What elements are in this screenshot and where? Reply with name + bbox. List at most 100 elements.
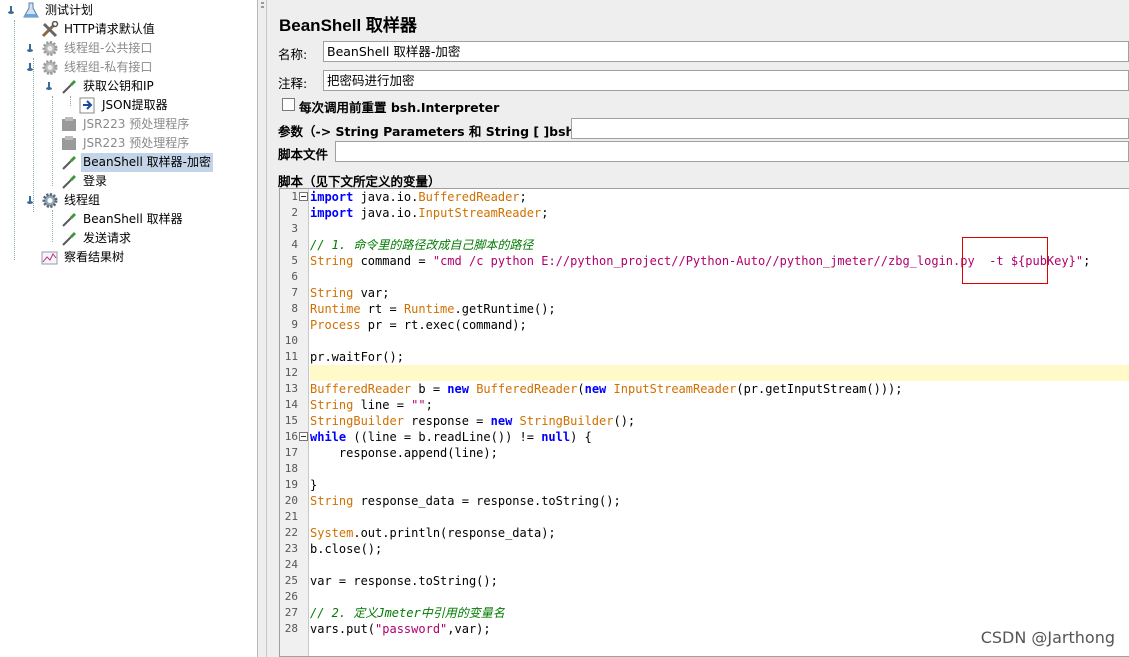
chart-icon [41, 249, 59, 266]
expand-handle-icon[interactable] [26, 44, 34, 52]
line-number: 19 [284, 478, 298, 491]
code-token: String [310, 286, 354, 300]
tree-item-jsr223-preprocessor-2[interactable]: JSR223 预处理程序 [60, 134, 191, 153]
tree-item-beanshell-encrypt[interactable]: BeanShell 取样器-加密 [60, 153, 213, 172]
code-line[interactable]: import java.io.BufferedReader; [310, 189, 1129, 205]
code-token: "password" [375, 622, 448, 636]
tree-item-login[interactable]: 登录 [60, 172, 109, 191]
line-number: 23 [284, 542, 298, 555]
code-line[interactable]: Process pr = rt.exec(command); [310, 317, 1129, 333]
code-token: System [310, 526, 354, 540]
extractor-arrow-icon [79, 97, 97, 114]
code-line[interactable]: String response_data = response.toString… [310, 493, 1129, 509]
code-token: InputStreamReader [418, 206, 542, 220]
code-line[interactable]: Runtime rt = Runtime.getRuntime(); [310, 301, 1129, 317]
tree-item-http-defaults[interactable]: HTTP请求默认值 [41, 20, 157, 39]
code-line[interactable]: import java.io.InputStreamReader; [310, 205, 1129, 221]
code-line[interactable]: pr.waitFor(); [310, 349, 1129, 365]
code-token: StringBuilder [310, 414, 404, 428]
code-line[interactable] [310, 461, 1129, 477]
parameters-field[interactable] [571, 118, 1129, 139]
code-token: InputStreamReader [613, 382, 737, 396]
tree-item-beanshell-sampler[interactable]: BeanShell 取样器 [60, 210, 185, 229]
tree-item-send-request[interactable]: 发送请求 [60, 229, 133, 248]
tree-item-json-extractor[interactable]: JSON提取器 [79, 96, 170, 115]
code-line[interactable] [310, 365, 1129, 381]
tree-item-get-pubkey-ip[interactable]: 获取公钥和IP [60, 77, 156, 96]
tree-item-jsr223-preprocessor-1[interactable]: JSR223 预处理程序 [60, 115, 191, 134]
code-token: BufferedReader [418, 190, 520, 204]
code-token: new [447, 382, 469, 396]
code-token: // 1. 命令里的路径改成自己脚本的路径 [310, 238, 534, 252]
line-number: 10 [284, 334, 298, 347]
code-line[interactable]: String var; [310, 285, 1129, 301]
line-number: 1 [291, 190, 298, 203]
code-line[interactable] [310, 333, 1129, 349]
tree-item-thread-group[interactable]: 线程组 [41, 191, 102, 210]
fold-toggle-icon[interactable] [299, 432, 308, 441]
pipette-icon [60, 78, 78, 95]
code-line[interactable]: System.out.println(response_data); [310, 525, 1129, 541]
beanshell-sampler-panel: BeanShell 取样器 名称: BeanShell 取样器-加密 注释: 把… [268, 0, 1129, 657]
code-token: Runtime [310, 302, 361, 316]
code-line[interactable]: response.append(line); [310, 445, 1129, 461]
code-line[interactable]: b.close(); [310, 541, 1129, 557]
code-token: command = [353, 254, 433, 268]
expand-handle-icon[interactable] [26, 63, 34, 71]
code-line[interactable]: StringBuilder response = new StringBuild… [310, 413, 1129, 429]
name-field[interactable]: BeanShell 取样器-加密 [323, 41, 1129, 62]
gear-icon [41, 40, 59, 57]
tree-item-thread-group-private[interactable]: 线程组-私有接口 [41, 58, 154, 77]
config-tools-icon [41, 20, 59, 38]
line-number: 24 [284, 558, 298, 571]
code-line[interactable]: // 2. 定义Jmeter中引用的变量名 [310, 605, 1129, 621]
name-label: 名称: [278, 47, 308, 62]
code-token: new [490, 414, 513, 428]
pipette-icon [60, 173, 78, 190]
tree-item-thread-group-public[interactable]: 线程组-公共接口 [41, 39, 154, 58]
code-token: import [310, 206, 354, 220]
code-token: response = [403, 414, 491, 428]
line-number: 6 [291, 270, 298, 283]
code-token: response.append(line); [310, 446, 498, 460]
code-token: (); [613, 414, 636, 428]
code-line[interactable] [310, 589, 1129, 605]
fold-toggle-icon[interactable] [299, 192, 308, 201]
line-number: 22 [284, 526, 298, 539]
reset-interpreter-checkbox[interactable] [282, 98, 295, 111]
script-file-field[interactable] [335, 141, 1129, 162]
code-line[interactable]: String line = ""; [310, 397, 1129, 413]
code-token: } [310, 478, 318, 492]
code-line[interactable] [310, 509, 1129, 525]
code-token: .getRuntime(); [454, 302, 556, 316]
test-plan-tree[interactable]: 测试计划 HTTP请求默认值 线程组-公共接口 线程组-私有接口 获取公钥和IP… [0, 0, 258, 657]
code-line[interactable]: while ((line = b.readLine()) != null) { [310, 429, 1129, 445]
code-token: null [541, 430, 571, 444]
tree-item-test-plan[interactable]: 测试计划 [22, 1, 95, 20]
expand-handle-icon[interactable] [7, 6, 15, 14]
line-number: 18 [284, 462, 298, 475]
line-number: 3 [291, 222, 298, 235]
comment-field[interactable]: 把密码进行加密 [323, 70, 1129, 91]
line-number: 13 [284, 382, 298, 395]
line-number: 2 [291, 206, 298, 219]
code-token: vars.put( [310, 622, 376, 636]
code-token: (pr.getInputStream())); [736, 382, 903, 396]
code-token: ((line = b.readLine()) != [346, 430, 542, 444]
script-editor[interactable]: 1 2 3 4 5 6 7 8 9 10 11 12 13 14 15 16 17 18 19 20 21 22 23 24 2… [279, 188, 1129, 657]
code-token: .out.println(response_data); [353, 526, 556, 540]
code-line[interactable] [310, 221, 1129, 237]
code-line[interactable]: } [310, 477, 1129, 493]
expand-handle-icon[interactable] [26, 196, 34, 204]
expand-handle-icon[interactable] [45, 82, 53, 90]
line-number: 25 [284, 574, 298, 587]
code-token: BufferedReader [476, 382, 578, 396]
code-line[interactable] [310, 557, 1129, 573]
tree-item-view-results-tree[interactable]: 察看结果树 [41, 248, 126, 267]
code-line[interactable]: BufferedReader b = new BufferedReader(ne… [310, 381, 1129, 397]
code-line[interactable]: var = response.toString(); [310, 573, 1129, 589]
code-token: import [310, 190, 354, 204]
split-pane-divider[interactable] [258, 0, 267, 657]
code-token: BufferedReader [310, 382, 412, 396]
